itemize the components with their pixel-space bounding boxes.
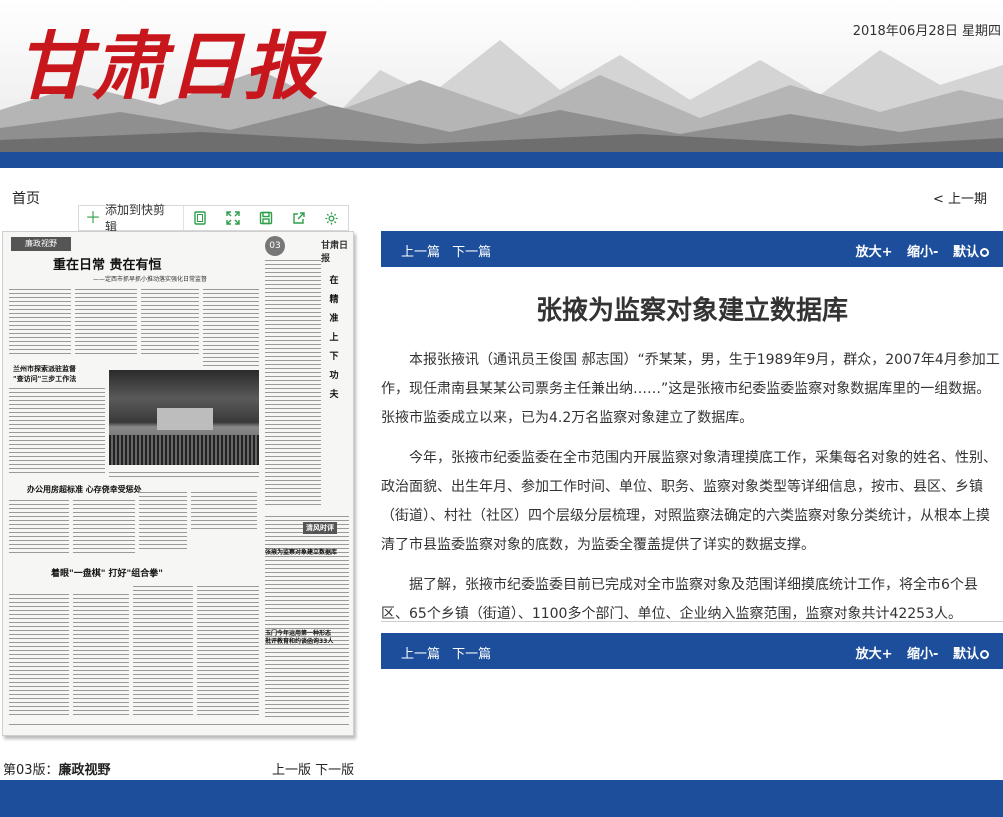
thumb-text-block — [9, 498, 69, 553]
article-paragraph: 今年，张掖市纪委监委在全市范围内开展监察对象清理摸底工作，采集每名对象的姓名、性… — [381, 450, 997, 553]
thumb-text-block — [73, 592, 129, 717]
prev-article-link[interactable]: 上一篇 — [401, 245, 440, 260]
circle-icon — [980, 650, 989, 659]
masthead-logo: 甘肃日报 — [16, 24, 320, 110]
thumb-box-title-4: 张掖为监察对象建立数据库 — [265, 549, 338, 556]
footer-bar — [0, 780, 1003, 817]
article-nav-bar-bottom: 上一篇 下一篇 放大+ 缩小- 默认 — [381, 633, 1003, 669]
thumb-caption — [109, 470, 259, 478]
article-title: 张掖为监察对象建立数据库 — [535, 296, 848, 326]
issue-date: 2018年06月28日 星期四 — [852, 24, 1001, 39]
thumb-subhead: ——定西市抓早抓小推动落实强化日常监督 — [93, 276, 208, 283]
expand-icon[interactable] — [217, 206, 250, 230]
add-to-clip-label: 添加到快剪辑 — [105, 203, 166, 234]
thumb-box-title-1: 兰州市探索派驻监督 "查访问"三步工作法 — [13, 365, 77, 383]
thumb-text-block — [265, 514, 349, 719]
thumb-text-block — [9, 592, 69, 717]
thumb-side-badge: 清风时评 — [303, 522, 337, 534]
header-divider-bar — [0, 152, 1003, 168]
thumb-photo-audience — [109, 435, 259, 465]
prev-page-link[interactable]: 上一版 — [272, 763, 311, 778]
zoom-in-button[interactable]: 放大+ — [856, 245, 893, 260]
thumb-vertical-title: 在 精 准 上 下 功 夫 — [329, 276, 339, 400]
thumb-text-block — [265, 258, 321, 508]
thumb-box-title-5: 玉门今年运用第一种形态 批评教育和约谈函询33人 — [265, 630, 334, 645]
newspaper-page-thumbnail[interactable]: 廉政视野 03 甘肃日报 重在日常 贵在有恒 ——定西市抓早抓小推动落实强化日常… — [2, 231, 354, 736]
home-link[interactable]: 首页 — [12, 188, 40, 208]
thumb-text-block — [203, 287, 259, 367]
window-icon[interactable] — [184, 206, 217, 230]
thumb-box-title-2: 办公用房超标准 心存侥幸受惩处 — [27, 485, 142, 494]
prev-issue-link[interactable]: < 上一期 — [933, 188, 987, 207]
page-label: 第03版：廉政视野 — [3, 763, 111, 778]
header-banner: 甘肃日报 2018年06月28日 星期四 — [0, 0, 1003, 168]
article-nav-bar-top: 上一篇 下一篇 放大+ 缩小- 默认 — [381, 231, 1003, 267]
default-size-button[interactable]: 默认 — [953, 245, 989, 260]
thumb-headline: 重在日常 贵在有恒 — [53, 258, 162, 273]
next-page-link[interactable]: 下一版 — [315, 763, 354, 778]
prev-article-link[interactable]: 上一篇 — [401, 647, 440, 662]
zoom-out-button[interactable]: 缩小- — [907, 245, 938, 260]
article-divider — [381, 621, 1003, 622]
thumb-section-tag: 廉政视野 — [11, 237, 71, 251]
article-paragraph: 本报张掖讯（通讯员王俊国 郝志国）“乔某某，男，生于1989年9月，群众，200… — [381, 352, 1000, 426]
thumb-photo-stage — [157, 408, 213, 430]
thumb-page-number: 03 — [265, 236, 285, 256]
zoom-in-button[interactable]: 放大+ — [856, 647, 893, 662]
page-nav: 上一版 下一版 — [272, 759, 354, 778]
next-article-link[interactable]: 下一篇 — [452, 647, 491, 662]
thumb-box-title-3: 着眼"一盘棋" 打好"组合拳" — [51, 569, 163, 579]
circle-icon — [980, 248, 989, 257]
clip-toolbar: ＋ 添加到快剪辑 — [78, 203, 349, 234]
thumb-text-block — [197, 584, 259, 717]
share-icon[interactable] — [282, 206, 315, 230]
thumb-text-block — [73, 498, 135, 553]
thumb-meeting-photo — [109, 370, 259, 465]
thumb-text-block — [75, 287, 137, 357]
zoom-out-button[interactable]: 缩小- — [907, 647, 938, 662]
thumb-text-block — [133, 584, 193, 717]
plus-icon: ＋ — [85, 208, 102, 227]
section-name: 廉政视野 — [58, 763, 111, 778]
thumb-masthead: 甘肃日报 — [321, 241, 349, 264]
next-article-link[interactable]: 下一篇 — [452, 245, 491, 260]
article-body: 本报张掖讯（通讯员王俊国 郝志国）“乔某某，男，生于1989年9月，群众，200… — [381, 346, 1001, 640]
thumb-text-block — [9, 287, 71, 357]
thumb-text-block — [9, 386, 105, 476]
default-size-button[interactable]: 默认 — [953, 647, 989, 662]
thumb-text-block — [141, 287, 199, 357]
thumb-text-block — [191, 490, 257, 530]
save-icon[interactable] — [249, 206, 282, 230]
thumb-text-block — [139, 490, 187, 550]
add-to-clip-button[interactable]: ＋ 添加到快剪辑 — [79, 203, 184, 234]
thumb-footer-line — [9, 722, 349, 728]
gear-icon[interactable] — [315, 206, 348, 230]
